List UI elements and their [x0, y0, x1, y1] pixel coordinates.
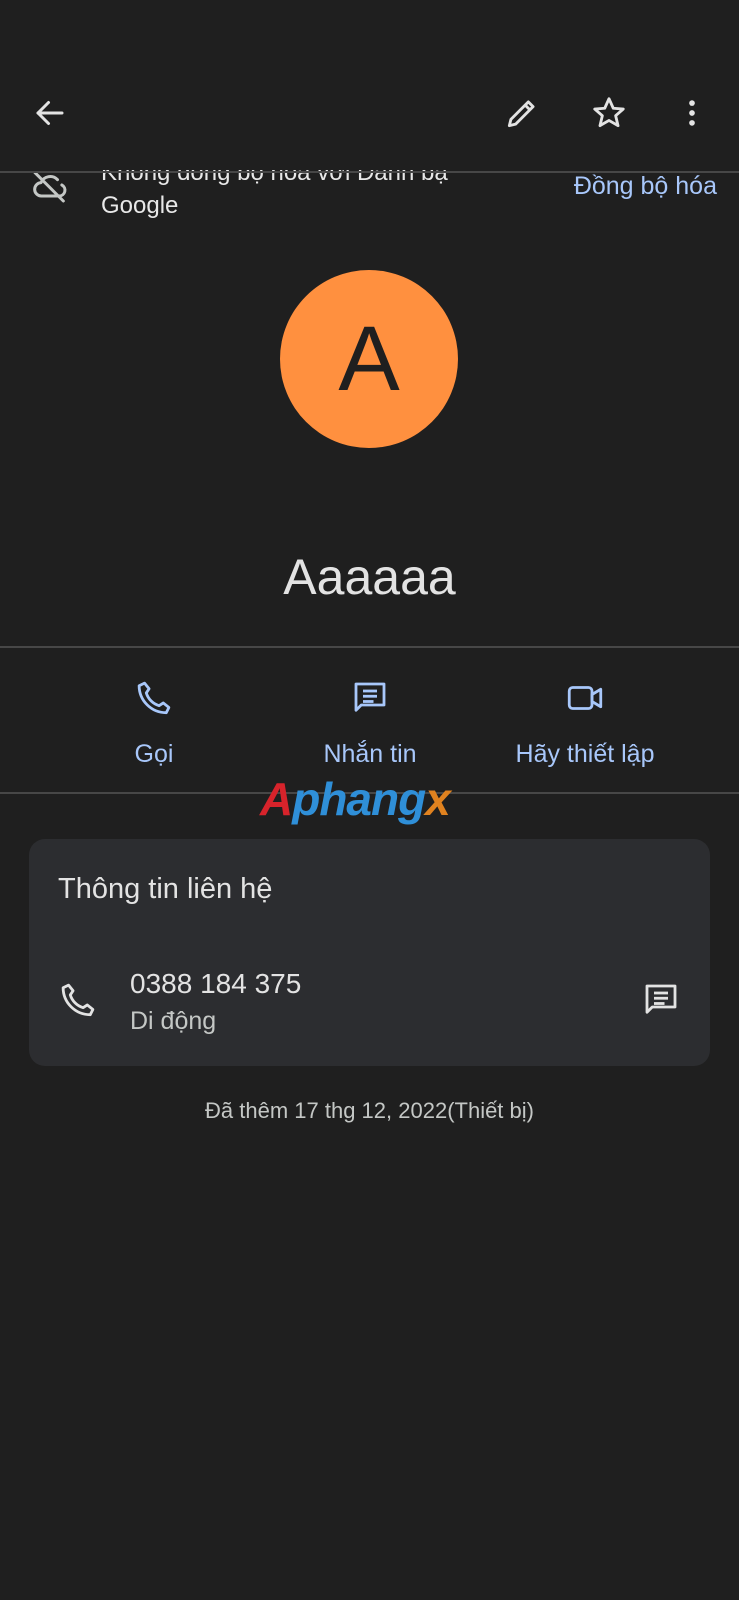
video-icon — [567, 686, 603, 710]
more-options-button[interactable] — [664, 85, 720, 141]
star-outline-icon — [593, 97, 625, 128]
video-action[interactable]: Hãy thiết lập — [475, 672, 695, 769]
contact-info-title: Thông tin liên hệ — [58, 873, 273, 905]
call-action[interactable]: Gọi — [44, 672, 264, 769]
message-action-label: Nhắn tin — [323, 740, 417, 768]
message-icon — [354, 682, 386, 712]
divider-top — [0, 646, 739, 648]
message-icon — [645, 984, 677, 1014]
contact-avatar: A — [280, 270, 458, 448]
favorite-button[interactable] — [581, 85, 637, 141]
pencil-icon — [507, 100, 535, 128]
back-button[interactable] — [22, 85, 78, 141]
message-action[interactable]: Nhắn tin — [260, 672, 480, 769]
phone-number[interactable]: 0388 184 375 — [130, 968, 301, 1000]
watermark-logo: Aphangx — [260, 773, 451, 825]
added-date-text: Đã thêm 17 thg 12, 2022(Thiết bị) — [205, 1098, 534, 1123]
toolbar-divider — [0, 171, 739, 173]
phone-type-label: Di động — [130, 1007, 217, 1035]
arrow-back-icon — [36, 101, 64, 125]
contact-name: Aaaaaa — [283, 549, 456, 605]
more-vert-icon — [689, 100, 695, 126]
phone-icon — [57, 979, 99, 1026]
send-message-button[interactable] — [640, 979, 682, 1026]
phone-icon — [137, 681, 171, 715]
contact-info-card: Thông tin liên hệ 0388 184 375 Di động — [29, 839, 710, 1066]
call-action-label: Gọi — [134, 740, 174, 768]
top-app-bar — [0, 0, 739, 170]
avatar-initial: A — [338, 308, 400, 410]
sync-now-link[interactable]: Đồng bộ hóa — [574, 172, 717, 201]
video-action-label: Hãy thiết lập — [515, 740, 655, 768]
edit-button[interactable] — [494, 85, 550, 141]
